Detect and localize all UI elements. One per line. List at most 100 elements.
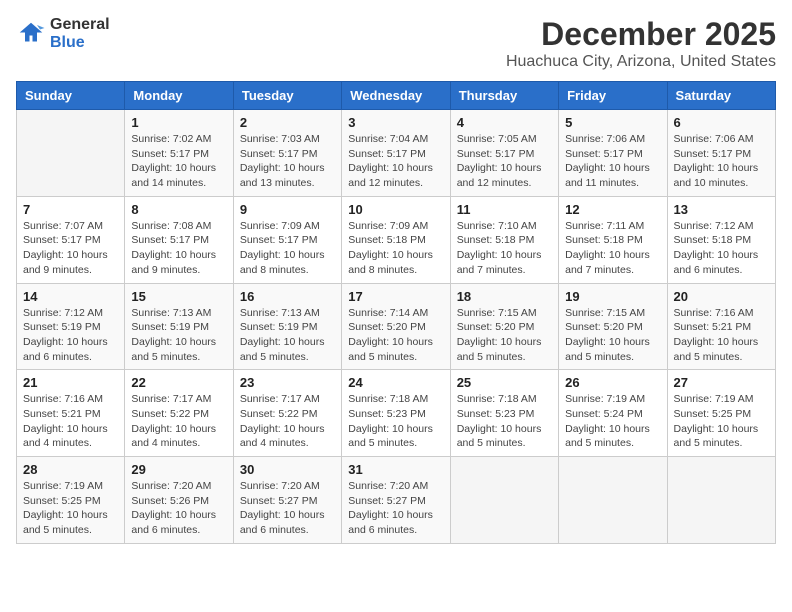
day-info: Sunrise: 7:20 AMSunset: 5:26 PMDaylight:… [131, 479, 226, 538]
day-number: 5 [565, 115, 660, 130]
logo-text: General Blue [50, 16, 110, 52]
day-number: 2 [240, 115, 335, 130]
day-number: 3 [348, 115, 443, 130]
day-number: 18 [457, 289, 552, 304]
day-number: 15 [131, 289, 226, 304]
day-info: Sunrise: 7:09 AMSunset: 5:18 PMDaylight:… [348, 219, 443, 278]
calendar-week-row: 1 Sunrise: 7:02 AMSunset: 5:17 PMDaylight… [17, 110, 776, 197]
table-row: 17Sunrise: 7:14 AMSunset: 5:20 PMDayligh… [342, 283, 450, 370]
table-row: 5 Sunrise: 7:06 AMSunset: 5:17 PMDaylight… [559, 110, 667, 197]
logo: General Blue [16, 16, 110, 52]
day-info: Sunrise: 7:06 AMSunset: 5:17 PMDaylight:… [565, 132, 660, 191]
table-row: 12Sunrise: 7:11 AMSunset: 5:18 PMDayligh… [559, 196, 667, 283]
title-area: December 2025 Huachuca City, Arizona, Un… [506, 16, 776, 71]
day-number: 14 [23, 289, 118, 304]
logo-icon [16, 19, 46, 49]
table-row: 14 Sunrise: 7:12 AMSunset: 5:19 PMDayligh… [17, 283, 125, 370]
table-row: 25 Sunrise: 7:18 AMSunset: 5:23 PMDayligh… [450, 370, 558, 457]
day-info: Sunrise: 7:20 AMSunset: 5:27 PMDaylight:… [240, 479, 335, 538]
table-row: 1 Sunrise: 7:02 AMSunset: 5:17 PMDaylight… [125, 110, 233, 197]
day-number: 12 [565, 202, 660, 217]
header-wednesday: Wednesday [342, 82, 450, 110]
table-row: 7 Sunrise: 7:07 AMSunset: 5:17 PMDaylight… [17, 196, 125, 283]
day-info: Sunrise: 7:10 AMSunset: 5:18 PMDaylight:… [457, 219, 552, 278]
table-row: 21 Sunrise: 7:16 AMSunset: 5:21 PMDayligh… [17, 370, 125, 457]
table-row: 20 Sunrise: 7:16 AMSunset: 5:21 PMDayligh… [667, 283, 775, 370]
calendar-header-row: Sunday Monday Tuesday Wednesday Thursday… [17, 82, 776, 110]
day-number: 6 [674, 115, 769, 130]
header-monday: Monday [125, 82, 233, 110]
table-row: 16Sunrise: 7:13 AMSunset: 5:19 PMDayligh… [233, 283, 341, 370]
day-info: Sunrise: 7:17 AMSunset: 5:22 PMDaylight:… [131, 392, 226, 451]
day-number: 9 [240, 202, 335, 217]
table-row: 9Sunrise: 7:09 AMSunset: 5:17 PMDaylight… [233, 196, 341, 283]
day-info: Sunrise: 7:19 AMSunset: 5:24 PMDaylight:… [565, 392, 660, 451]
day-info: Sunrise: 7:16 AMSunset: 5:21 PMDaylight:… [674, 306, 769, 365]
day-number: 30 [240, 462, 335, 477]
table-row: 30 Sunrise: 7:20 AMSunset: 5:27 PMDayligh… [233, 457, 341, 544]
day-number: 31 [348, 462, 443, 477]
table-row [450, 457, 558, 544]
table-row: 31Sunrise: 7:20 AMSunset: 5:27 PMDayligh… [342, 457, 450, 544]
day-info: Sunrise: 7:15 AMSunset: 5:20 PMDaylight:… [457, 306, 552, 365]
location-title: Huachuca City, Arizona, United States [506, 53, 776, 71]
calendar-table: Sunday Monday Tuesday Wednesday Thursday… [16, 81, 776, 544]
day-number: 21 [23, 375, 118, 390]
day-number: 4 [457, 115, 552, 130]
day-number: 1 [131, 115, 226, 130]
day-info: Sunrise: 7:03 AMSunset: 5:17 PMDaylight:… [240, 132, 335, 191]
day-number: 24 [348, 375, 443, 390]
day-info: Sunrise: 7:12 AMSunset: 5:18 PMDaylight:… [674, 219, 769, 278]
day-number: 26 [565, 375, 660, 390]
table-row: 8Sunrise: 7:08 AMSunset: 5:17 PMDaylight… [125, 196, 233, 283]
day-info: Sunrise: 7:02 AMSunset: 5:17 PMDaylight:… [131, 132, 226, 191]
table-row: 2 Sunrise: 7:03 AMSunset: 5:17 PMDaylight… [233, 110, 341, 197]
day-number: 16 [240, 289, 335, 304]
table-row: 28 Sunrise: 7:19 AMSunset: 5:25 PMDayligh… [17, 457, 125, 544]
table-row: 3 Sunrise: 7:04 AMSunset: 5:17 PMDaylight… [342, 110, 450, 197]
day-info: Sunrise: 7:12 AMSunset: 5:19 PMDaylight:… [23, 306, 118, 365]
day-number: 7 [23, 202, 118, 217]
day-number: 20 [674, 289, 769, 304]
day-info: Sunrise: 7:04 AMSunset: 5:17 PMDaylight:… [348, 132, 443, 191]
calendar-week-row: 7 Sunrise: 7:07 AMSunset: 5:17 PMDaylight… [17, 196, 776, 283]
header-sunday: Sunday [17, 82, 125, 110]
calendar-week-row: 28 Sunrise: 7:19 AMSunset: 5:25 PMDayligh… [17, 457, 776, 544]
day-info: Sunrise: 7:18 AMSunset: 5:23 PMDaylight:… [348, 392, 443, 451]
day-number: 19 [565, 289, 660, 304]
page-header: General Blue December 2025 Huachuca City… [16, 16, 776, 71]
table-row: 24 Sunrise: 7:18 AMSunset: 5:23 PMDayligh… [342, 370, 450, 457]
day-info: Sunrise: 7:19 AMSunset: 5:25 PMDaylight:… [23, 479, 118, 538]
header-thursday: Thursday [450, 82, 558, 110]
day-info: Sunrise: 7:06 AMSunset: 5:17 PMDaylight:… [674, 132, 769, 191]
day-number: 28 [23, 462, 118, 477]
day-number: 25 [457, 375, 552, 390]
table-row [559, 457, 667, 544]
day-info: Sunrise: 7:13 AMSunset: 5:19 PMDaylight:… [131, 306, 226, 365]
day-info: Sunrise: 7:16 AMSunset: 5:21 PMDaylight:… [23, 392, 118, 451]
day-number: 8 [131, 202, 226, 217]
day-number: 10 [348, 202, 443, 217]
table-row: 6 Sunrise: 7:06 AMSunset: 5:17 PMDaylight… [667, 110, 775, 197]
calendar-week-row: 14 Sunrise: 7:12 AMSunset: 5:19 PMDayligh… [17, 283, 776, 370]
header-saturday: Saturday [667, 82, 775, 110]
table-row: 27Sunrise: 7:19 AMSunset: 5:25 PMDayligh… [667, 370, 775, 457]
table-row: 11Sunrise: 7:10 AMSunset: 5:18 PMDayligh… [450, 196, 558, 283]
day-info: Sunrise: 7:07 AMSunset: 5:17 PMDaylight:… [23, 219, 118, 278]
table-row: 4 Sunrise: 7:05 AMSunset: 5:17 PMDaylight… [450, 110, 558, 197]
day-info: Sunrise: 7:19 AMSunset: 5:25 PMDaylight:… [674, 392, 769, 451]
table-row [667, 457, 775, 544]
table-row: 18 Sunrise: 7:15 AMSunset: 5:20 PMDayligh… [450, 283, 558, 370]
day-info: Sunrise: 7:05 AMSunset: 5:17 PMDaylight:… [457, 132, 552, 191]
table-row: 29 Sunrise: 7:20 AMSunset: 5:26 PMDayligh… [125, 457, 233, 544]
day-number: 29 [131, 462, 226, 477]
day-info: Sunrise: 7:15 AMSunset: 5:20 PMDaylight:… [565, 306, 660, 365]
table-row: 10 Sunrise: 7:09 AMSunset: 5:18 PMDayligh… [342, 196, 450, 283]
day-info: Sunrise: 7:18 AMSunset: 5:23 PMDaylight:… [457, 392, 552, 451]
day-info: Sunrise: 7:17 AMSunset: 5:22 PMDaylight:… [240, 392, 335, 451]
calendar-week-row: 21 Sunrise: 7:16 AMSunset: 5:21 PMDayligh… [17, 370, 776, 457]
day-number: 23 [240, 375, 335, 390]
table-row: 26 Sunrise: 7:19 AMSunset: 5:24 PMDayligh… [559, 370, 667, 457]
day-info: Sunrise: 7:14 AMSunset: 5:20 PMDaylight:… [348, 306, 443, 365]
day-number: 13 [674, 202, 769, 217]
